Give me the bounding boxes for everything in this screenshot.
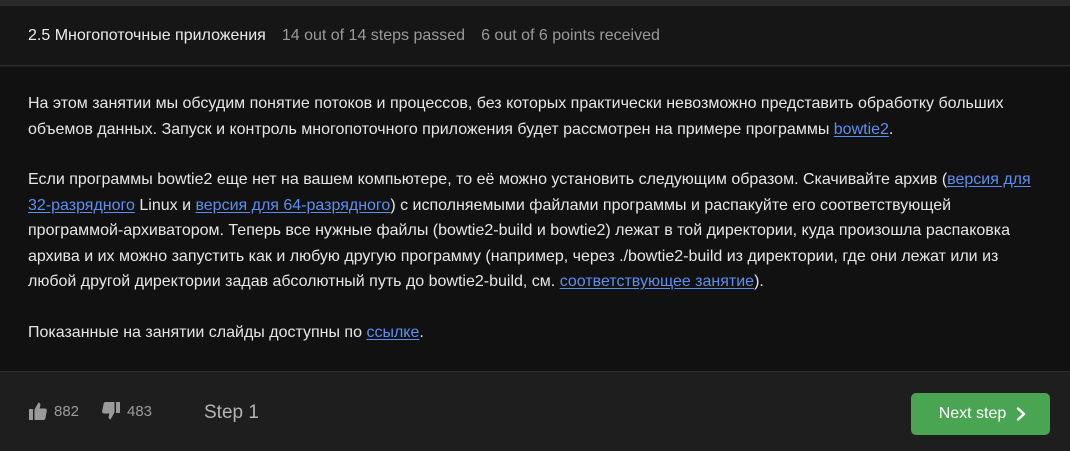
step-content: На этом занятии мы обсудим понятие поток… bbox=[0, 67, 1070, 371]
paragraph-text: ). bbox=[754, 273, 764, 290]
bowtie2-link[interactable]: bowtie2 bbox=[834, 121, 889, 138]
lesson-header: 2.5 Многопоточные приложения 14 out of 1… bbox=[0, 6, 1070, 66]
paragraph-text: . bbox=[888, 120, 894, 138]
step-label: Step 1 bbox=[204, 402, 259, 423]
paragraph-text: Если программы bowtie2 еще нет на вашем … bbox=[28, 171, 948, 188]
lesson-step-page: 2.5 Многопоточные приложения 14 out of 1… bbox=[0, 0, 1070, 451]
next-step-label: Next step bbox=[938, 405, 1007, 422]
dislike-count: 483 bbox=[127, 402, 153, 420]
paragraph-text: Показанные на занятии слайды доступны по bbox=[28, 323, 367, 341]
paragraph-text: . bbox=[419, 323, 424, 341]
next-step-button[interactable]: Next step bbox=[911, 393, 1050, 435]
steps-progress: 14 out of 14 steps passed bbox=[281, 26, 466, 44]
thumbs-down-icon bbox=[102, 402, 120, 420]
thumbs-up-icon bbox=[29, 402, 47, 420]
like-button[interactable]: 882 bbox=[28, 401, 79, 421]
lesson-title[interactable]: 2.5 Многопоточные приложения bbox=[28, 27, 266, 45]
slides-link[interactable]: ссылке bbox=[366, 324, 419, 341]
chevron-right-icon bbox=[1017, 407, 1026, 421]
paragraph-intro: На этом занятии мы обсудим понятие поток… bbox=[28, 91, 1042, 142]
points-progress: 6 out of 6 points received bbox=[481, 26, 660, 44]
paragraph-text: Linux и bbox=[134, 196, 196, 214]
download-64bit-link[interactable]: версия для 64-разрядного bbox=[195, 197, 390, 214]
like-count: 882 bbox=[54, 402, 80, 420]
paragraph-install: Если программы bowtie2 еще нет на вашем … bbox=[28, 167, 1042, 295]
paragraph-slides: Показанные на занятии слайды доступны по… bbox=[28, 320, 1042, 346]
related-lesson-link[interactable]: соответствующее занятие bbox=[560, 273, 754, 290]
step-footer: 882 483 Step 1 Next step bbox=[0, 371, 1070, 451]
dislike-button[interactable]: 483 bbox=[101, 401, 152, 421]
